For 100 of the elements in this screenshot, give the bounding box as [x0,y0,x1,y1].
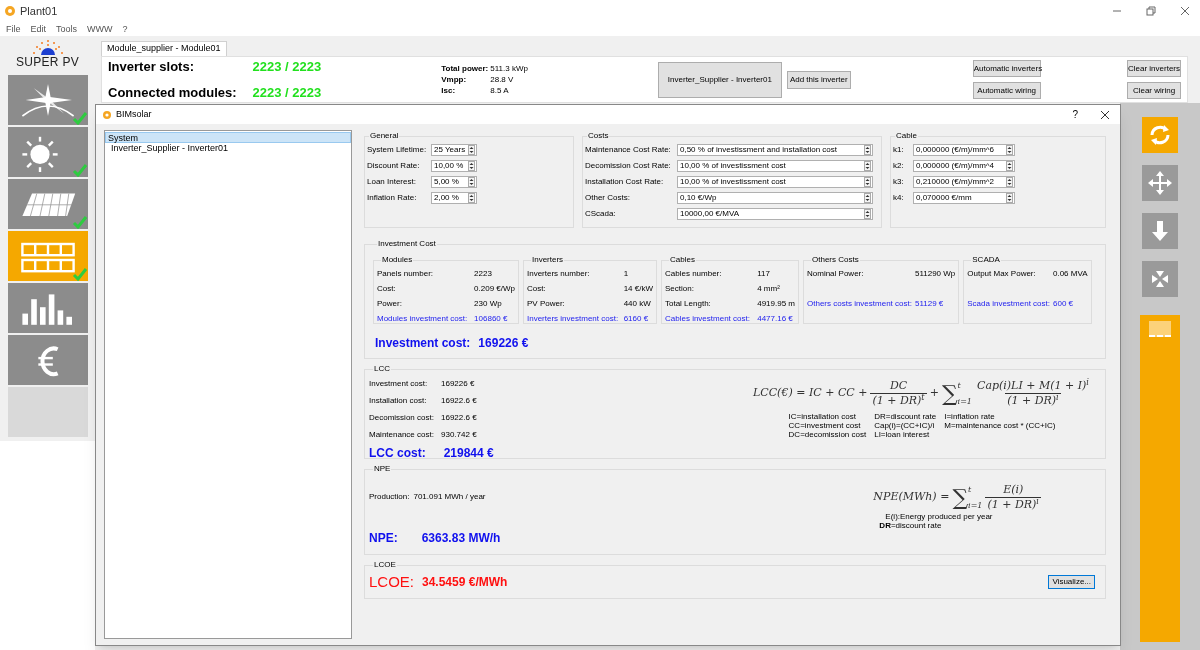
group-title: Others Costs [811,254,860,266]
tool-button[interactable] [7,75,88,125]
tool-button[interactable] [7,179,88,229]
spin-field[interactable]: 0,50 % of investissment and installation cost [677,144,873,156]
formula-text: LCC(€) = IC + CC + [753,385,868,402]
menu-item[interactable]: ? [122,24,128,34]
row-value: 4919.95 m [757,298,795,310]
tool-button[interactable] [7,127,88,177]
spin-arrows-icon[interactable] [468,193,475,203]
spin-arrows-icon[interactable] [864,161,871,171]
menu-item[interactable]: File [6,24,21,34]
visualize-button[interactable]: Visualize... [1048,575,1095,590]
row-label: Maintenance cost: [369,429,435,441]
field-label: k4: [893,192,905,204]
group-title: Cables [669,254,696,266]
spin-field[interactable]: 5,00 % [431,176,477,188]
spec-value: 8.5 A [490,85,510,96]
menu-item[interactable]: Tools [56,24,78,34]
spin-field[interactable]: 0,10 €/Wp [677,192,873,204]
legend-text: I=inflation rate [944,412,996,421]
close-icon[interactable] [1100,109,1110,120]
legend-text: DR=discount rate [879,521,942,530]
spin-arrows-icon[interactable] [864,177,871,187]
spin-arrows-icon[interactable] [1006,177,1013,187]
sum-limit: i=1 [968,500,983,511]
automatic-button[interactable]: Automatic inverters [972,60,1041,77]
tool-button[interactable] [7,335,88,385]
panel-tab[interactable]: Module_supplier - Module01 [101,41,227,56]
spin-arrows-icon[interactable] [1006,161,1013,171]
menu-item[interactable]: Edit [30,24,47,34]
collapse-button[interactable] [1142,261,1178,297]
spin-field[interactable]: 25 Years [431,144,477,156]
spin-field[interactable]: 10,00 % of investissment cost [677,160,873,172]
legend-text: Cap(i)=(CC+IC)/i [874,421,936,430]
spec-label: Total power: [441,63,489,74]
formula-numerator: E(i) [1002,483,1025,497]
slider-handle[interactable] [1149,321,1171,337]
legend-text: M=maintenance cost * (CC+IC) [944,421,1056,430]
spin-field[interactable]: 2,00 % [431,192,477,204]
spin-arrows-icon[interactable] [468,177,475,187]
sum-limit: t [968,484,973,494]
row-label: Panels number: [377,268,435,280]
spin-field[interactable]: 10,00 % of investissment cost [677,176,873,188]
spin-arrows-icon[interactable] [864,209,871,219]
spec-label: Vmpp: [441,74,468,85]
group-title: LCC [373,363,391,375]
result-value: 6363.83 MW/h [421,530,501,547]
clear-button[interactable]: Clear wiring [1127,82,1181,99]
total-label: Modules investment cost: [377,313,469,325]
spin-field[interactable]: 10000,00 €/MVA [677,208,873,220]
row-value: 14 €/kW [623,283,653,295]
row-value: 511290 Wp [914,268,956,280]
menu-item[interactable]: WWW [87,24,113,34]
spin-field[interactable]: 10,00 % [431,160,477,172]
clear-button[interactable]: Clear inverters [1127,60,1181,77]
restore-icon[interactable] [1146,6,1156,16]
row-label: Section: [665,283,695,295]
spin-arrows-icon[interactable] [864,145,871,155]
total-label: Others costs investment cost: [807,298,912,310]
summary-label: Inverter slots: [108,58,195,76]
spin-arrows-icon[interactable] [468,161,475,171]
sum-sign: ∑ [941,382,958,405]
legend-text: DC=decomission cost [788,430,867,439]
automatic-button[interactable]: Automatic wiring [972,82,1041,99]
add-inverter-button[interactable]: Add this inverter [786,70,851,89]
spin-field[interactable]: 0,070000 €/mm [913,192,1015,204]
field-label: Loan Interest: [367,176,417,188]
spin-field[interactable]: 0,000000 (€/m)/mm^6 [913,144,1015,156]
group-title: Modules [381,254,414,266]
down-arrow-button[interactable] [1142,213,1178,249]
close-icon[interactable] [1180,6,1190,16]
group-title: NPE [373,463,392,475]
sum-limit: i=1 [957,396,972,407]
spin-arrows-icon[interactable] [1006,193,1013,203]
tree-item[interactable]: System [105,132,351,143]
spin-arrows-icon[interactable] [1006,145,1013,155]
move-button[interactable] [1142,165,1178,201]
legend-text: IC=installation cost [788,412,857,421]
total-label: Scada investment cost: [967,298,1050,310]
spin-arrows-icon[interactable] [864,193,871,203]
help-button[interactable]: ? [1072,107,1078,122]
summary-value: 2223 / 2223 [252,58,322,76]
logo-text: SUPER PV [15,56,80,68]
tree-item[interactable]: Inverter_Supplier - Inverter01 [105,143,351,154]
total-value: 51129 € [914,298,945,310]
formula-denominator: (1 + DR)$^{t}$ [870,393,927,408]
spin-field[interactable]: 0,210000 (€/m)/mm^2 [913,176,1015,188]
field-label: Other Costs: [585,192,631,204]
inverter-selector-button[interactable]: Inverter_Supplier - Inverter01 [657,61,782,98]
spec-label: Isc: [441,85,457,96]
row-value: 930.742 € [441,429,478,441]
group-title: Cable [895,130,918,142]
result-label: LCC cost: [369,445,426,462]
legend-text: E(i):Energy produced per year [885,512,993,521]
tool-button[interactable] [7,283,88,333]
row-label: Production: [369,491,410,503]
field-label: Discount Rate: [367,160,421,172]
spin-field[interactable]: 0,000000 (€/m)/mm^4 [913,160,1015,172]
formula-numerator: Cap(i)LI + M(1 + I)$^{i}$ [975,379,1090,393]
spin-arrows-icon[interactable] [468,145,475,155]
